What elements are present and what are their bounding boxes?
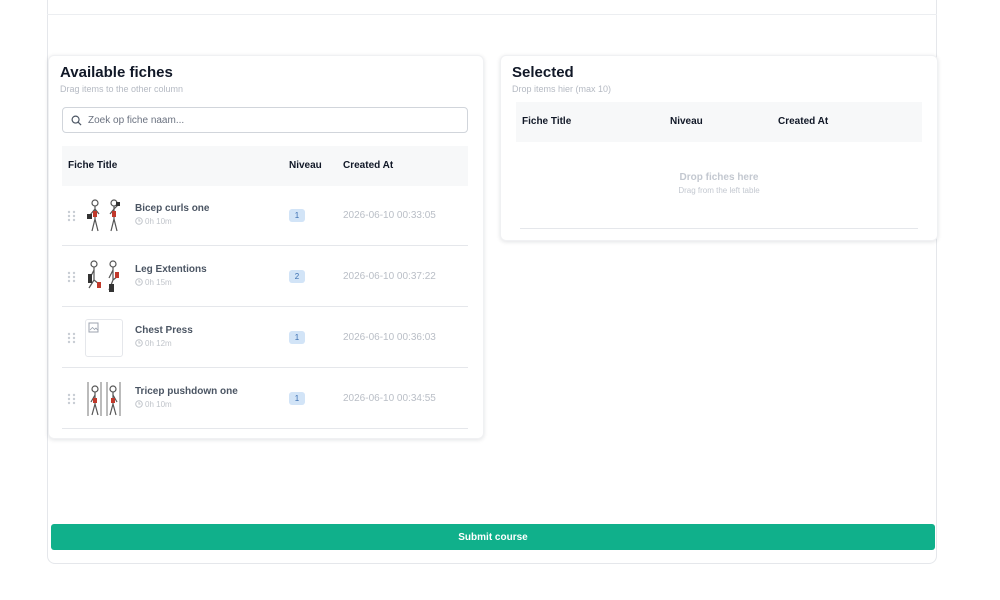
drag-handle-icon[interactable]: [67, 393, 76, 405]
available-subtitle: Drag items to the other column: [60, 84, 184, 94]
duration-text: 0h 10m: [145, 400, 172, 409]
duration-text: 0h 12m: [145, 339, 172, 348]
fiche-title: Bicep curls one: [135, 203, 210, 214]
clock-icon: [135, 278, 143, 286]
selected-table-header: Fiche Title Niveau Created At: [516, 102, 922, 142]
available-title: Available fiches: [60, 64, 173, 81]
selected-title: Selected: [512, 64, 574, 81]
level-badge: 1: [289, 331, 305, 344]
column-created-at: Created At: [778, 116, 829, 127]
column-fiche-title: Fiche Title: [68, 160, 118, 171]
drag-handle-icon[interactable]: [67, 271, 76, 283]
clock-icon: [135, 217, 143, 225]
selected-subtitle: Drop items hier (max 10): [512, 84, 612, 94]
submit-course-button[interactable]: Submit course: [51, 524, 935, 550]
duration-text: 0h 10m: [145, 217, 172, 226]
fiche-title: Chest Press: [135, 325, 193, 336]
level-badge: 2: [289, 270, 305, 283]
level-badge: 1: [289, 392, 305, 405]
column-niveau: Niveau: [670, 116, 703, 127]
fiche-duration: 0h 15m: [135, 278, 172, 287]
fiche-duration: 0h 10m: [135, 400, 172, 409]
clock-icon: [135, 400, 143, 408]
duration-text: 0h 15m: [145, 278, 172, 287]
exercise-thumbnail: [85, 197, 123, 235]
fiche-duration: 0h 10m: [135, 217, 172, 226]
broken-image-thumbnail: [85, 319, 123, 357]
created-at: 2026-06-10 00:36:03: [343, 332, 436, 343]
drag-handle-icon[interactable]: [67, 332, 76, 344]
column-niveau: Niveau: [289, 160, 322, 171]
search-icon: [71, 115, 82, 126]
table-row[interactable]: Tricep pushdown one 0h 10m 1 2026-06-10 …: [62, 369, 468, 429]
drag-handle-icon[interactable]: [67, 210, 76, 222]
table-row[interactable]: Bicep curls one 0h 10m 1 2026-06-10 00:3…: [62, 186, 468, 246]
clock-icon: [135, 339, 143, 347]
exercise-thumbnail: [85, 258, 123, 296]
available-fiches-panel: Available fiches Drag items to the other…: [48, 55, 484, 439]
drop-zone-subtitle: Drag from the left table: [678, 186, 760, 195]
search-box[interactable]: [62, 107, 468, 133]
available-table-header: Fiche Title Niveau Created At: [62, 146, 468, 186]
table-row[interactable]: Chest Press 0h 12m 1 2026-06-10 00:36:03: [62, 308, 468, 368]
fiche-duration: 0h 12m: [135, 339, 172, 348]
fiche-title: Leg Extentions: [135, 264, 207, 275]
exercise-thumbnail: [85, 380, 123, 418]
drop-zone-title: Drop fiches here: [679, 172, 759, 183]
selected-fiches-panel[interactable]: Selected Drop items hier (max 10) Fiche …: [500, 55, 938, 241]
created-at: 2026-06-10 00:34:55: [343, 393, 436, 404]
level-badge: 1: [289, 209, 305, 222]
search-input[interactable]: [88, 111, 458, 129]
fiche-title: Tricep pushdown one: [135, 386, 238, 397]
column-created-at: Created At: [343, 160, 394, 171]
broken-image-icon: [88, 322, 99, 333]
table-row[interactable]: Leg Extentions 0h 15m 2 2026-06-10 00:37…: [62, 247, 468, 307]
top-divider: [47, 14, 937, 15]
column-fiche-title: Fiche Title: [522, 116, 572, 127]
created-at: 2026-06-10 00:37:22: [343, 271, 436, 282]
created-at: 2026-06-10 00:33:05: [343, 210, 436, 221]
drop-zone-divider: [520, 228, 918, 229]
